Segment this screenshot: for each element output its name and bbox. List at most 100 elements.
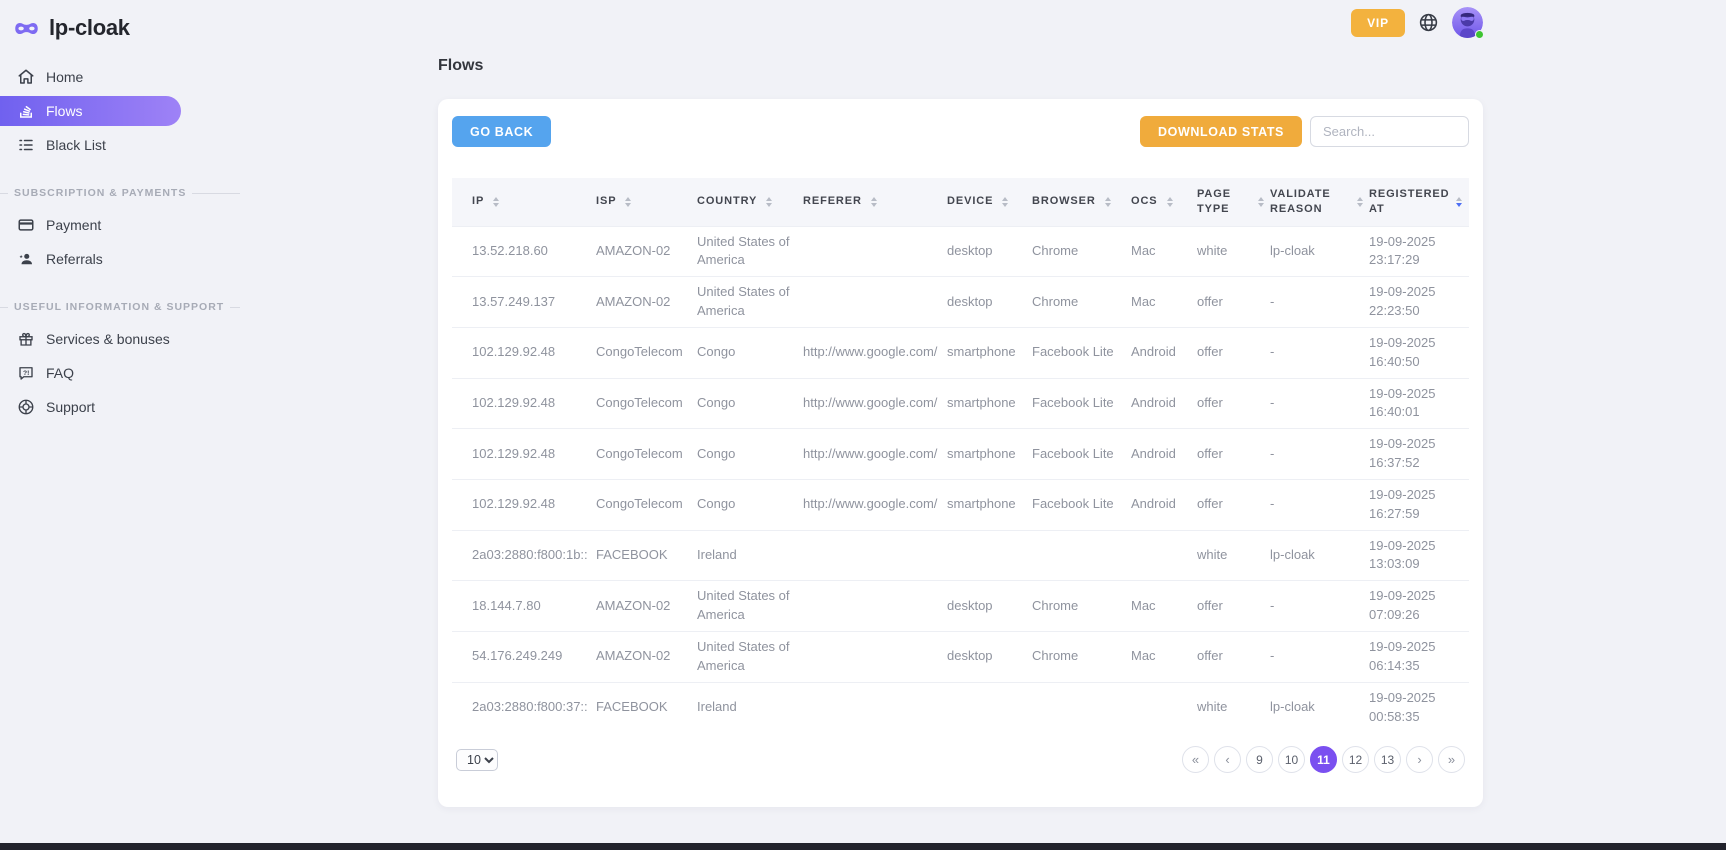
cell-registered-at: 19-09-202516:27:59 <box>1369 479 1469 530</box>
cell-referer: http://www.google.com/ <box>803 479 947 530</box>
column-label: BROWSER <box>1032 194 1096 209</box>
sidebar-item-black-list[interactable]: Black List <box>0 130 181 160</box>
column-header-browser[interactable]: BROWSER <box>1032 178 1131 226</box>
cell-ocs <box>1131 530 1197 581</box>
cell-validate-reason: lp-cloak <box>1270 226 1369 277</box>
user-avatar[interactable] <box>1452 7 1483 38</box>
black-list-icon <box>17 136 35 154</box>
cell-referer <box>803 682 947 732</box>
sidebar-item-support[interactable]: Support <box>0 392 181 422</box>
cell-device: smartphone <box>947 429 1032 480</box>
cell-registered-at: 19-09-202506:14:35 <box>1369 632 1469 683</box>
cell-validate-reason: lp-cloak <box>1270 530 1369 581</box>
gift-icon <box>17 330 35 348</box>
cell-device <box>947 682 1032 732</box>
column-header-validate-reason[interactable]: VALIDATE REASON <box>1270 178 1369 226</box>
sort-icon[interactable] <box>625 197 631 207</box>
cell-registered-at: 19-09-202523:17:29 <box>1369 226 1469 277</box>
cell-page-type: offer <box>1197 277 1270 328</box>
cell-referer: http://www.google.com/ <box>803 429 947 480</box>
flows-icon <box>17 102 35 120</box>
pagination-page-13[interactable]: 13 <box>1374 746 1401 773</box>
column-header-registered-at[interactable]: REGISTERED AT <box>1369 178 1469 226</box>
column-header-isp[interactable]: ISP <box>596 178 697 226</box>
sidebar-item-home[interactable]: Home <box>0 62 181 92</box>
cell-ocs: Android <box>1131 327 1197 378</box>
payment-card-icon <box>17 216 35 234</box>
sidebar-item-services-bonuses[interactable]: Services & bonuses <box>0 324 181 354</box>
sort-icon[interactable] <box>766 197 772 207</box>
cell-page-type: offer <box>1197 581 1270 632</box>
sidebar-item-payment[interactable]: Payment <box>0 210 181 240</box>
table-row: 13.52.218.60AMAZON-02United States of Am… <box>452 226 1469 277</box>
main-content: VIP Flows <box>438 0 1483 807</box>
column-header-referer[interactable]: REFERER <box>803 178 947 226</box>
search-input[interactable] <box>1310 116 1469 147</box>
cell-isp: CongoTelecom <box>596 327 697 378</box>
sort-icon[interactable] <box>1456 197 1462 207</box>
cell-country: Congo <box>697 479 803 530</box>
sort-icon[interactable] <box>1105 197 1111 207</box>
cell-ip: 13.52.218.60 <box>452 226 596 277</box>
rows-per-page-select[interactable]: 10 <box>456 749 498 771</box>
sort-icon[interactable] <box>1167 197 1173 207</box>
pagination-prev-button[interactable]: ‹ <box>1214 746 1241 773</box>
cell-referer <box>803 226 947 277</box>
column-header-ip[interactable]: IP <box>452 178 596 226</box>
sort-icon[interactable] <box>871 197 877 207</box>
vip-button[interactable]: VIP <box>1351 9 1405 37</box>
table-head: IP ISPCOUNTRYREFERERDEVICEBROWSER OCSPAGE … <box>452 178 1469 226</box>
column-header-country[interactable]: COUNTRY <box>697 178 803 226</box>
cell-device: smartphone <box>947 378 1032 429</box>
cell-page-type: offer <box>1197 378 1270 429</box>
cell-validate-reason: - <box>1270 632 1369 683</box>
cell-browser: Chrome <box>1032 581 1131 632</box>
table-body: 13.52.218.60AMAZON-02United States of Am… <box>452 226 1469 732</box>
cell-device: smartphone <box>947 479 1032 530</box>
cell-referer: http://www.google.com/ <box>803 327 947 378</box>
sort-icon[interactable] <box>493 197 499 207</box>
topbar: VIP <box>438 0 1483 40</box>
cell-browser <box>1032 530 1131 581</box>
sidebar-item-faq[interactable]: ?! FAQ <box>0 358 181 388</box>
cell-referer <box>803 530 947 581</box>
pagination-next-button[interactable]: › <box>1406 746 1433 773</box>
sidebar: lp-cloak Home Flows Black List SUBSCRIPT… <box>0 0 240 426</box>
column-header-ocs[interactable]: OCS <box>1131 178 1197 226</box>
sort-icon[interactable] <box>1258 197 1264 207</box>
table-row: 102.129.92.48CongoTelecomCongohttp://www… <box>452 378 1469 429</box>
globe-icon[interactable] <box>1418 12 1439 33</box>
pagination-last-button[interactable]: » <box>1438 746 1465 773</box>
cell-validate-reason: - <box>1270 277 1369 328</box>
pagination-page-10[interactable]: 10 <box>1278 746 1305 773</box>
go-back-button[interactable]: GO BACK <box>452 116 551 147</box>
cell-isp: CongoTelecom <box>596 378 697 429</box>
column-header-page-type[interactable]: PAGE TYPE <box>1197 178 1270 226</box>
sidebar-item-flows[interactable]: Flows <box>0 96 181 126</box>
online-status-dot <box>1475 30 1484 39</box>
sidebar-item-referrals[interactable]: Referrals <box>0 244 181 274</box>
sort-icon[interactable] <box>1002 197 1008 207</box>
download-stats-button[interactable]: DOWNLOAD STATS <box>1140 116 1302 147</box>
cell-registered-at: 19-09-202516:40:50 <box>1369 327 1469 378</box>
column-header-device[interactable]: DEVICE <box>947 178 1032 226</box>
sort-icon[interactable] <box>1357 197 1363 207</box>
cell-registered-at: 19-09-202516:40:01 <box>1369 378 1469 429</box>
pagination-page-9[interactable]: 9 <box>1246 746 1273 773</box>
pagination-page-11[interactable]: 11 <box>1310 746 1337 773</box>
cell-country: United States of America <box>697 581 803 632</box>
cell-country: Congo <box>697 327 803 378</box>
cell-ocs <box>1131 682 1197 732</box>
cell-page-type: offer <box>1197 632 1270 683</box>
cell-country: Congo <box>697 429 803 480</box>
pagination-first-button[interactable]: « <box>1182 746 1209 773</box>
sidebar-item-label: Home <box>46 69 83 85</box>
referrals-icon <box>17 250 35 268</box>
column-label: IP <box>472 194 484 209</box>
cell-device: desktop <box>947 226 1032 277</box>
cell-page-type: offer <box>1197 429 1270 480</box>
sidebar-item-label: Support <box>46 399 95 415</box>
home-icon <box>17 68 35 86</box>
sidebar-section-subscription-payments: SUBSCRIPTION & PAYMENTS <box>0 186 240 200</box>
pagination-page-12[interactable]: 12 <box>1342 746 1369 773</box>
